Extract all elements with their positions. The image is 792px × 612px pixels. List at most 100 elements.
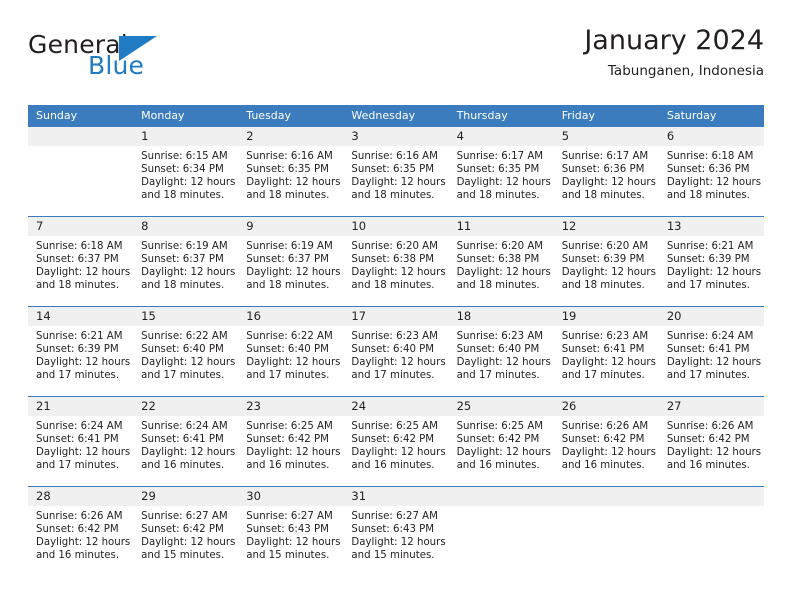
day-cell[interactable]: [553, 486, 659, 576]
day-number: 23: [238, 397, 344, 416]
day-cell[interactable]: 8 Sunrise: 6:19 AM Sunset: 6:37 PM Dayli…: [133, 216, 239, 307]
daylight-text-line2: and 18 minutes.: [141, 280, 225, 292]
sunrise-text: Sunrise: 6:20 AM: [561, 241, 649, 252]
day-cell[interactable]: 28 Sunrise: 6:26 AM Sunset: 6:42 PM Dayl…: [28, 486, 134, 576]
sunrise-text: Sunrise: 6:18 AM: [36, 241, 123, 252]
day-details: Sunrise: 6:16 AM Sunset: 6:35 PM Dayligh…: [343, 146, 448, 202]
sunrise-text: Sunrise: 6:23 AM: [456, 331, 544, 342]
daylight-text-line2: and 16 minutes.: [351, 460, 435, 472]
day-cell[interactable]: 3 Sunrise: 6:16 AM Sunset: 6:35 PM Dayli…: [343, 127, 449, 217]
day-number: 12: [553, 217, 659, 236]
day-cell[interactable]: 1 Sunrise: 6:15 AM Sunset: 6:34 PM Dayli…: [133, 127, 239, 217]
daylight-text-line1: Daylight: 12 hours: [351, 447, 446, 459]
day-cell[interactable]: 19 Sunrise: 6:23 AM Sunset: 6:41 PM Dayl…: [553, 306, 659, 397]
day-cell[interactable]: 12 Sunrise: 6:20 AM Sunset: 6:39 PM Dayl…: [553, 216, 659, 307]
daylight-text-line2: and 16 minutes.: [561, 460, 645, 472]
day-cell[interactable]: 23 Sunrise: 6:25 AM Sunset: 6:42 PM Dayl…: [238, 396, 344, 487]
day-cell[interactable]: 10 Sunrise: 6:20 AM Sunset: 6:38 PM Dayl…: [343, 216, 449, 307]
day-cell[interactable]: 18 Sunrise: 6:23 AM Sunset: 6:40 PM Dayl…: [448, 306, 554, 397]
day-number: 8: [133, 217, 239, 236]
day-cell[interactable]: 27 Sunrise: 6:26 AM Sunset: 6:42 PM Dayl…: [658, 396, 764, 487]
sunrise-text: Sunrise: 6:22 AM: [141, 331, 228, 342]
day-cell[interactable]: 11 Sunrise: 6:20 AM Sunset: 6:38 PM Dayl…: [448, 216, 554, 307]
daylight-text-line1: Daylight: 12 hours: [456, 177, 551, 189]
day-cell[interactable]: 7 Sunrise: 6:18 AM Sunset: 6:37 PM Dayli…: [28, 216, 134, 307]
day-details: Sunrise: 6:25 AM Sunset: 6:42 PM Dayligh…: [238, 416, 343, 472]
day-details: Sunrise: 6:16 AM Sunset: 6:35 PM Dayligh…: [238, 146, 343, 202]
calendar-page: General Blue January 2024 Tabunganen, In…: [0, 0, 792, 612]
day-cell[interactable]: 9 Sunrise: 6:19 AM Sunset: 6:37 PM Dayli…: [238, 216, 344, 307]
sunrise-text: Sunrise: 6:16 AM: [246, 151, 333, 162]
day-number: 25: [448, 397, 554, 416]
daylight-text-line2: and 18 minutes.: [351, 280, 435, 292]
day-number: 14: [28, 307, 134, 326]
day-cell[interactable]: 5 Sunrise: 6:17 AM Sunset: 6:36 PM Dayli…: [553, 127, 659, 217]
daylight-text-line1: Daylight: 12 hours: [456, 357, 551, 369]
day-cell[interactable]: 31 Sunrise: 6:27 AM Sunset: 6:43 PM Dayl…: [343, 486, 449, 576]
sunset-text: Sunset: 6:35 PM: [456, 164, 540, 176]
day-number: 28: [28, 487, 134, 506]
day-details: Sunrise: 6:26 AM Sunset: 6:42 PM Dayligh…: [554, 416, 659, 472]
calendar-body: 1 Sunrise: 6:15 AM Sunset: 6:34 PM Dayli…: [28, 127, 764, 576]
day-number: 18: [448, 307, 554, 326]
sunrise-text: Sunrise: 6:20 AM: [456, 241, 544, 252]
general-blue-logo[interactable]: General Blue: [28, 32, 258, 92]
sunset-text: Sunset: 6:42 PM: [456, 434, 540, 446]
day-cell[interactable]: 26 Sunrise: 6:26 AM Sunset: 6:42 PM Dayl…: [553, 396, 659, 487]
daylight-text-line2: and 18 minutes.: [351, 190, 435, 202]
sunset-text: Sunset: 6:36 PM: [666, 164, 750, 176]
day-cell[interactable]: [28, 127, 134, 217]
day-number: 7: [28, 217, 134, 236]
calendar-week-row: 1 Sunrise: 6:15 AM Sunset: 6:34 PM Dayli…: [28, 127, 764, 217]
sunrise-text: Sunrise: 6:18 AM: [666, 151, 754, 162]
sunrise-text: Sunrise: 6:17 AM: [456, 151, 544, 162]
day-cell[interactable]: 15 Sunrise: 6:22 AM Sunset: 6:40 PM Dayl…: [133, 306, 239, 397]
day-number: 27: [658, 397, 764, 416]
day-cell[interactable]: 20 Sunrise: 6:24 AM Sunset: 6:41 PM Dayl…: [658, 306, 764, 397]
day-cell[interactable]: [448, 486, 554, 576]
day-number: [553, 487, 659, 506]
daylight-text-line2: and 16 minutes.: [141, 460, 225, 472]
day-cell[interactable]: 14 Sunrise: 6:21 AM Sunset: 6:39 PM Dayl…: [28, 306, 134, 397]
daylight-text-line1: Daylight: 12 hours: [36, 267, 131, 279]
sunset-text: Sunset: 6:40 PM: [456, 344, 540, 356]
day-cell[interactable]: 2 Sunrise: 6:16 AM Sunset: 6:35 PM Dayli…: [238, 127, 344, 217]
day-cell[interactable]: 24 Sunrise: 6:25 AM Sunset: 6:42 PM Dayl…: [343, 396, 449, 487]
sunset-text: Sunset: 6:36 PM: [561, 164, 645, 176]
sunset-text: Sunset: 6:37 PM: [246, 254, 329, 266]
sunrise-text: Sunrise: 6:24 AM: [666, 331, 754, 342]
daylight-text-line1: Daylight: 12 hours: [561, 357, 656, 369]
daylight-text-line2: and 18 minutes.: [666, 190, 750, 202]
daylight-text-line2: and 18 minutes.: [246, 190, 330, 202]
day-cell[interactable]: 16 Sunrise: 6:22 AM Sunset: 6:40 PM Dayl…: [238, 306, 344, 397]
daylight-text-line2: and 15 minutes.: [351, 550, 435, 562]
weekday-header-monday: Monday: [133, 105, 239, 127]
day-cell[interactable]: 4 Sunrise: 6:17 AM Sunset: 6:35 PM Dayli…: [448, 127, 554, 217]
sunrise-text: Sunrise: 6:26 AM: [561, 421, 649, 432]
weekday-header-thursday: Thursday: [448, 105, 554, 127]
day-number: 26: [553, 397, 659, 416]
day-number: 4: [448, 127, 554, 146]
day-details: [554, 506, 659, 510]
daylight-text-line1: Daylight: 12 hours: [246, 357, 341, 369]
weekday-header-saturday: Saturday: [658, 105, 764, 127]
day-cell[interactable]: 13 Sunrise: 6:21 AM Sunset: 6:39 PM Dayl…: [658, 216, 764, 307]
day-details: Sunrise: 6:25 AM Sunset: 6:42 PM Dayligh…: [343, 416, 448, 472]
day-cell[interactable]: 25 Sunrise: 6:25 AM Sunset: 6:42 PM Dayl…: [448, 396, 554, 487]
day-cell[interactable]: 30 Sunrise: 6:27 AM Sunset: 6:43 PM Dayl…: [238, 486, 344, 576]
sunset-text: Sunset: 6:39 PM: [561, 254, 645, 266]
day-cell[interactable]: [658, 486, 764, 576]
day-details: Sunrise: 6:17 AM Sunset: 6:36 PM Dayligh…: [554, 146, 659, 202]
day-number: 30: [238, 487, 344, 506]
day-cell[interactable]: 22 Sunrise: 6:24 AM Sunset: 6:41 PM Dayl…: [133, 396, 239, 487]
day-details: Sunrise: 6:23 AM Sunset: 6:41 PM Dayligh…: [554, 326, 659, 382]
day-cell[interactable]: 29 Sunrise: 6:27 AM Sunset: 6:42 PM Dayl…: [133, 486, 239, 576]
daylight-text-line1: Daylight: 12 hours: [246, 447, 341, 459]
day-cell[interactable]: 21 Sunrise: 6:24 AM Sunset: 6:41 PM Dayl…: [28, 396, 134, 487]
daylight-text-line1: Daylight: 12 hours: [36, 357, 131, 369]
day-cell[interactable]: 17 Sunrise: 6:23 AM Sunset: 6:40 PM Dayl…: [343, 306, 449, 397]
day-number: 2: [238, 127, 344, 146]
day-cell[interactable]: 6 Sunrise: 6:18 AM Sunset: 6:36 PM Dayli…: [658, 127, 764, 217]
daylight-text-line2: and 17 minutes.: [141, 370, 225, 382]
daylight-text-line1: Daylight: 12 hours: [666, 267, 762, 279]
